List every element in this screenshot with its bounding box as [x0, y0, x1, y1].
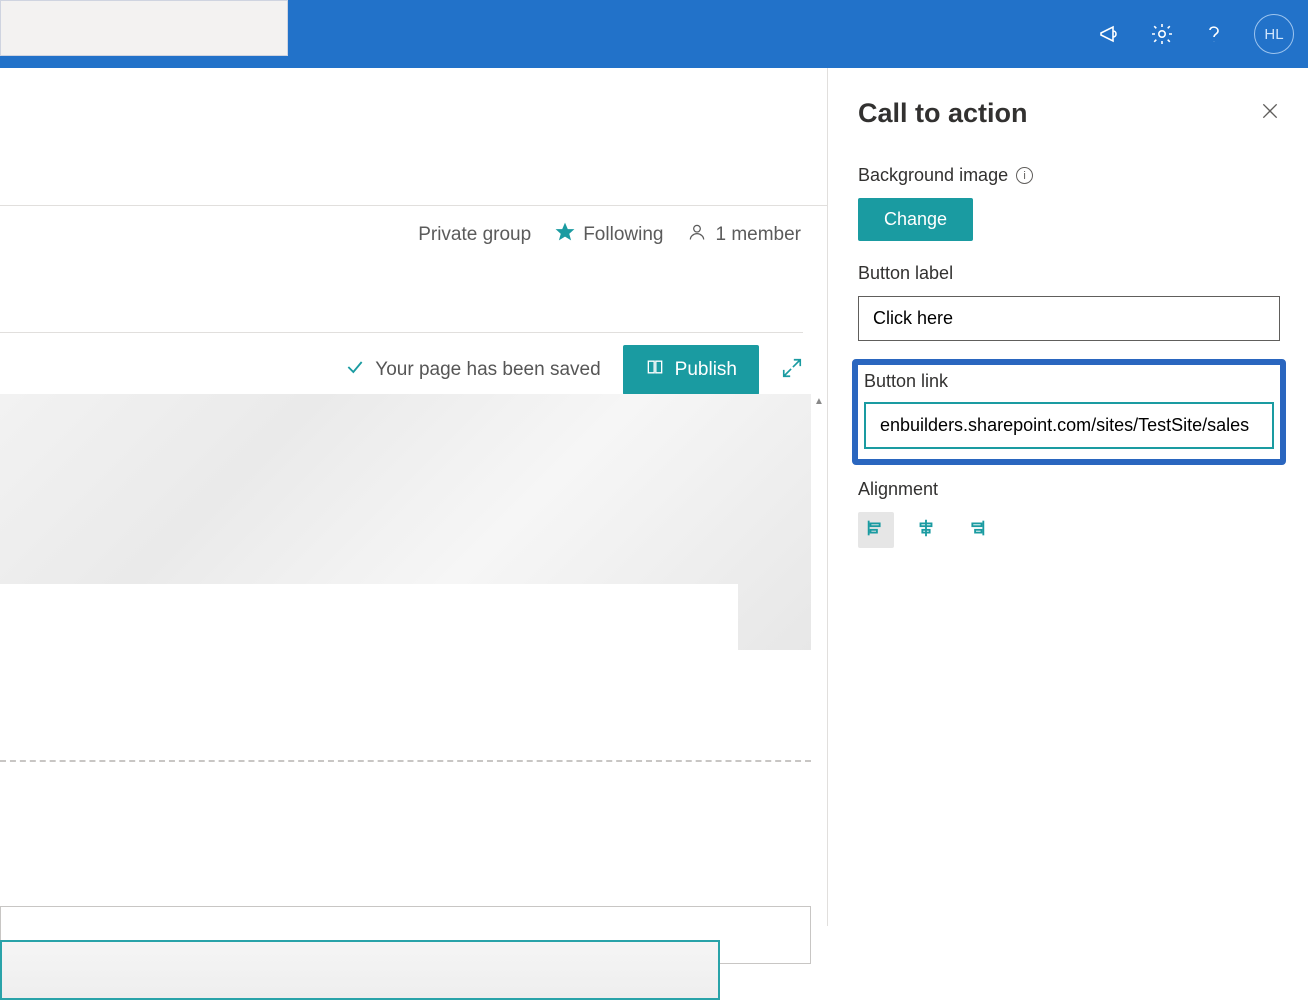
- person-icon: [687, 222, 707, 248]
- align-left-button[interactable]: [858, 512, 894, 548]
- button-link-label: Button link: [864, 371, 1274, 392]
- alignment-options: [858, 512, 1280, 548]
- page-canvas: Private group Following 1 member You: [0, 68, 828, 926]
- button-link-input[interactable]: [864, 402, 1274, 449]
- alignment-label: Alignment: [858, 479, 1280, 500]
- group-type-label: Private group: [418, 224, 531, 246]
- avatar-initials: HL: [1264, 26, 1283, 43]
- align-center-button[interactable]: [908, 512, 944, 548]
- button-link-highlight: Button link: [852, 359, 1286, 465]
- search-input[interactable]: [0, 0, 288, 56]
- following-label: Following: [583, 224, 663, 246]
- members-count[interactable]: 1 member: [687, 222, 801, 248]
- help-icon[interactable]: [1202, 22, 1226, 46]
- expand-icon[interactable]: [781, 357, 803, 384]
- publish-button[interactable]: Publish: [623, 345, 759, 395]
- top-app-bar: HL: [0, 0, 1308, 68]
- button-label-input[interactable]: [858, 296, 1280, 341]
- following-toggle[interactable]: Following: [555, 222, 663, 248]
- book-icon: [645, 357, 665, 383]
- topbar-right: HL: [1098, 14, 1294, 54]
- align-right-icon: [965, 517, 987, 544]
- button-label-label: Button label: [858, 263, 1280, 284]
- user-avatar[interactable]: HL: [1254, 14, 1294, 54]
- section-divider: [0, 760, 811, 762]
- bg-image-text: Background image: [858, 165, 1008, 186]
- selected-webpart[interactable]: [0, 940, 720, 1000]
- page-action-bar: Your page has been saved Publish: [0, 332, 803, 395]
- checkmark-icon: [345, 357, 365, 383]
- close-button[interactable]: [1260, 101, 1280, 126]
- members-label: 1 member: [715, 224, 801, 246]
- content-block: [0, 584, 738, 754]
- panel-header: Call to action: [858, 98, 1280, 129]
- align-left-icon: [865, 517, 887, 544]
- saved-text: Your page has been saved: [375, 359, 600, 381]
- close-icon: [1260, 108, 1280, 125]
- panel-title: Call to action: [858, 98, 1028, 129]
- header-region: [0, 68, 827, 206]
- align-right-button[interactable]: [958, 512, 994, 548]
- star-icon: [555, 222, 575, 248]
- info-icon[interactable]: i: [1016, 167, 1033, 184]
- properties-panel: Call to action Background image i Change…: [828, 68, 1308, 926]
- change-button[interactable]: Change: [858, 198, 973, 241]
- megaphone-icon[interactable]: [1098, 22, 1122, 46]
- scroll-up-icon[interactable]: ▲: [814, 396, 824, 406]
- publish-label: Publish: [675, 359, 737, 381]
- align-center-icon: [915, 517, 937, 544]
- saved-status: Your page has been saved: [345, 357, 600, 383]
- topbar-left: [0, 0, 288, 68]
- background-image-label: Background image i: [858, 165, 1280, 186]
- gear-icon[interactable]: [1150, 22, 1174, 46]
- group-type-text: Private group: [418, 224, 531, 246]
- site-info-bar: Private group Following 1 member: [418, 222, 801, 248]
